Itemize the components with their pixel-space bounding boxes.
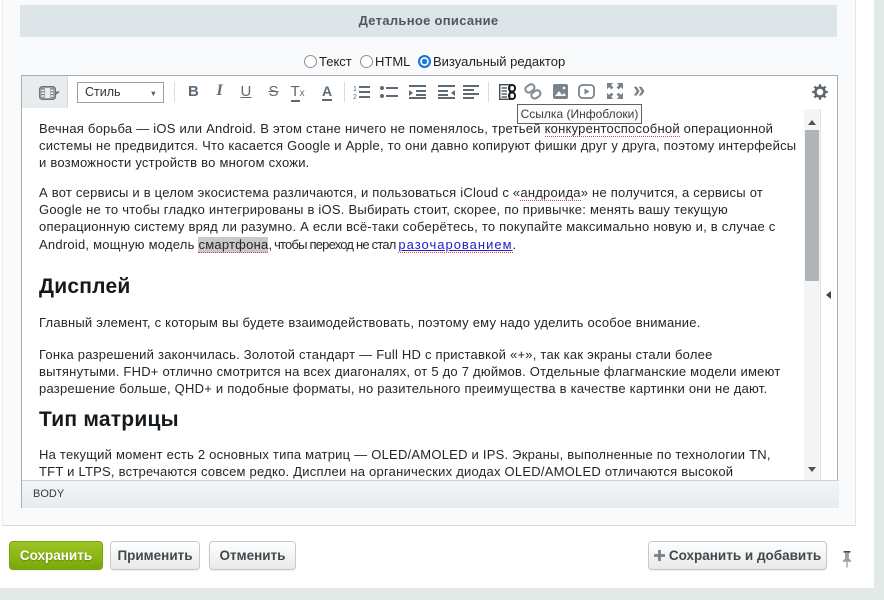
svg-text:1: 1 [353, 86, 357, 93]
svg-text:2: 2 [353, 94, 357, 100]
